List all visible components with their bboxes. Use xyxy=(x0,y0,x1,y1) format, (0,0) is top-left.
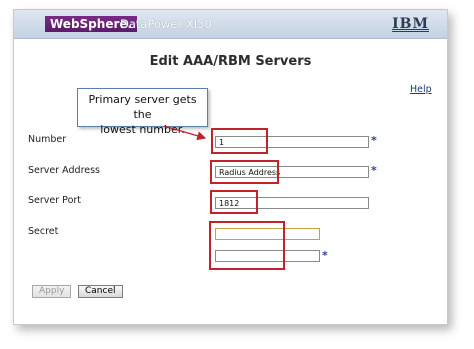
secret-label: Secret xyxy=(28,226,59,237)
app-window: WebSphere. DataPower XI50 IBM Edit AAA/R… xyxy=(13,9,448,325)
cancel-button[interactable]: Cancel xyxy=(78,285,123,298)
callout-line-1: Primary server gets the xyxy=(88,93,197,121)
secret-required-mark: * xyxy=(322,249,328,262)
number-field[interactable] xyxy=(215,136,369,148)
server-address-label: Server Address xyxy=(28,165,101,176)
product-name: DataPower XI50 xyxy=(120,17,212,31)
server-address-field[interactable] xyxy=(215,166,369,178)
server-port-label: Server Port xyxy=(28,195,82,206)
callout-line-2: lowest number. xyxy=(100,123,185,136)
secret-confirm-field[interactable] xyxy=(215,250,320,262)
secret-field[interactable] xyxy=(215,228,320,240)
help-link[interactable]: Help xyxy=(410,84,432,95)
apply-button[interactable]: Apply xyxy=(32,285,72,298)
ibm-logo: IBM xyxy=(392,16,429,32)
number-required-mark: * xyxy=(371,134,377,147)
top-banner: WebSphere. DataPower XI50 IBM xyxy=(14,10,447,39)
page-title: Edit AAA/RBM Servers xyxy=(149,54,312,69)
callout-annotation: Primary server gets the lowest number. xyxy=(77,88,208,136)
server-port-field[interactable] xyxy=(215,197,369,209)
server-address-required-mark: * xyxy=(371,164,377,177)
number-label: Number xyxy=(28,134,67,145)
